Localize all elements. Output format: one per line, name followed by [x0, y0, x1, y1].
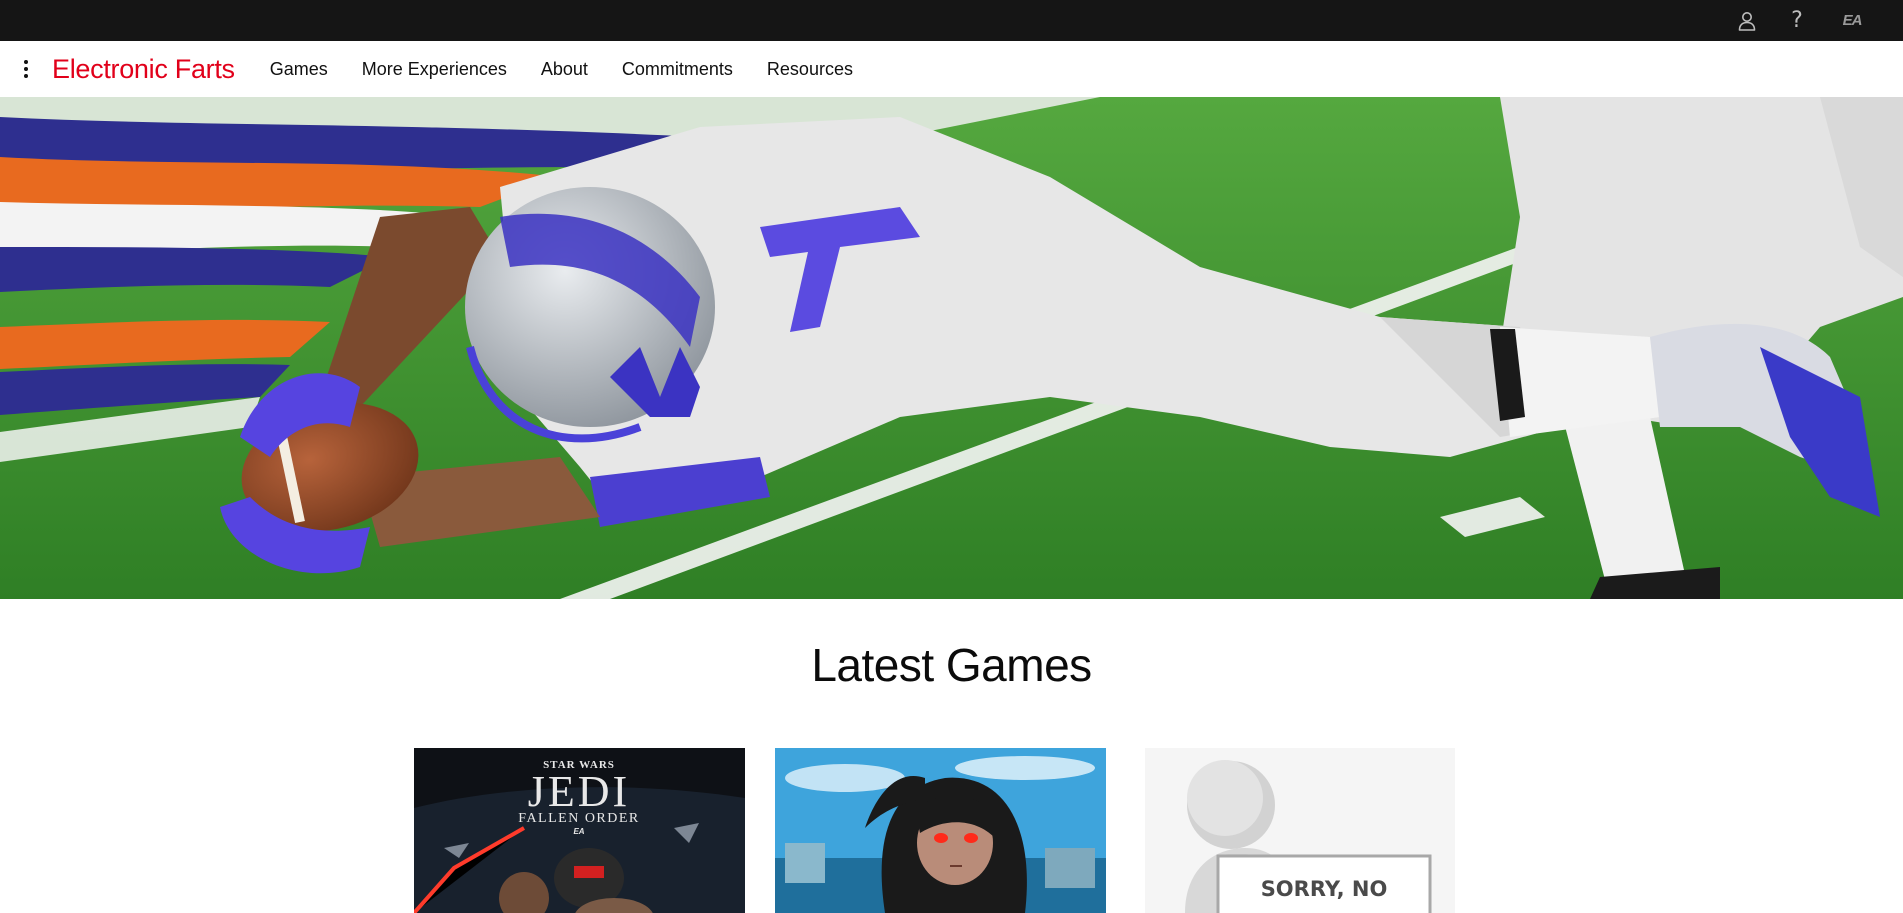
dark-girl-cover: [775, 748, 1106, 913]
kebab-menu-icon[interactable]: [21, 57, 31, 81]
game-card-jedi-fallen-order[interactable]: STAR WARS JEDI FALLEN ORDER EA: [414, 748, 745, 913]
jedi-publisher-text: EA: [573, 827, 584, 836]
brand-logo[interactable]: Electronic Farts: [52, 54, 235, 85]
kebab-dot: [24, 60, 28, 64]
nav-link-about[interactable]: About: [541, 59, 588, 80]
nav-links: Games More Experiences About Commitments…: [270, 59, 887, 80]
game-card-dark-girl[interactable]: [775, 748, 1106, 913]
nav-link-games[interactable]: Games: [270, 59, 328, 80]
ea-logo[interactable]: EA: [1835, 9, 1869, 33]
hero-banner: [0, 97, 1903, 599]
jedi-title-text: JEDI: [528, 767, 630, 816]
user-icon[interactable]: [1735, 9, 1759, 33]
jedi-fallen-order-cover: STAR WARS JEDI FALLEN ORDER EA: [414, 748, 745, 913]
nav-link-more-experiences[interactable]: More Experiences: [362, 59, 507, 80]
game-card-sorry-no[interactable]: SORRY, NO: [1145, 748, 1455, 913]
kebab-dot: [24, 74, 28, 78]
kebab-dot: [24, 67, 28, 71]
user-icon-graphic: [1738, 11, 1756, 31]
hero-football-image: [0, 97, 1903, 599]
nav-link-resources[interactable]: Resources: [767, 59, 853, 80]
nav-link-commitments[interactable]: Commitments: [622, 59, 733, 80]
help-icon[interactable]: ?: [1785, 9, 1809, 33]
main-nav: Electronic Farts Games More Experiences …: [0, 41, 1903, 97]
utility-icons: ? EA: [1735, 0, 1869, 41]
sorry-no-image: SORRY, NO: [1145, 748, 1455, 913]
utility-bar: ? EA: [0, 0, 1903, 41]
sorry-sign-text: SORRY, NO: [1261, 877, 1388, 901]
jedi-subtitle-text: FALLEN ORDER: [518, 811, 640, 826]
latest-games-title: Latest Games: [811, 639, 1092, 691]
